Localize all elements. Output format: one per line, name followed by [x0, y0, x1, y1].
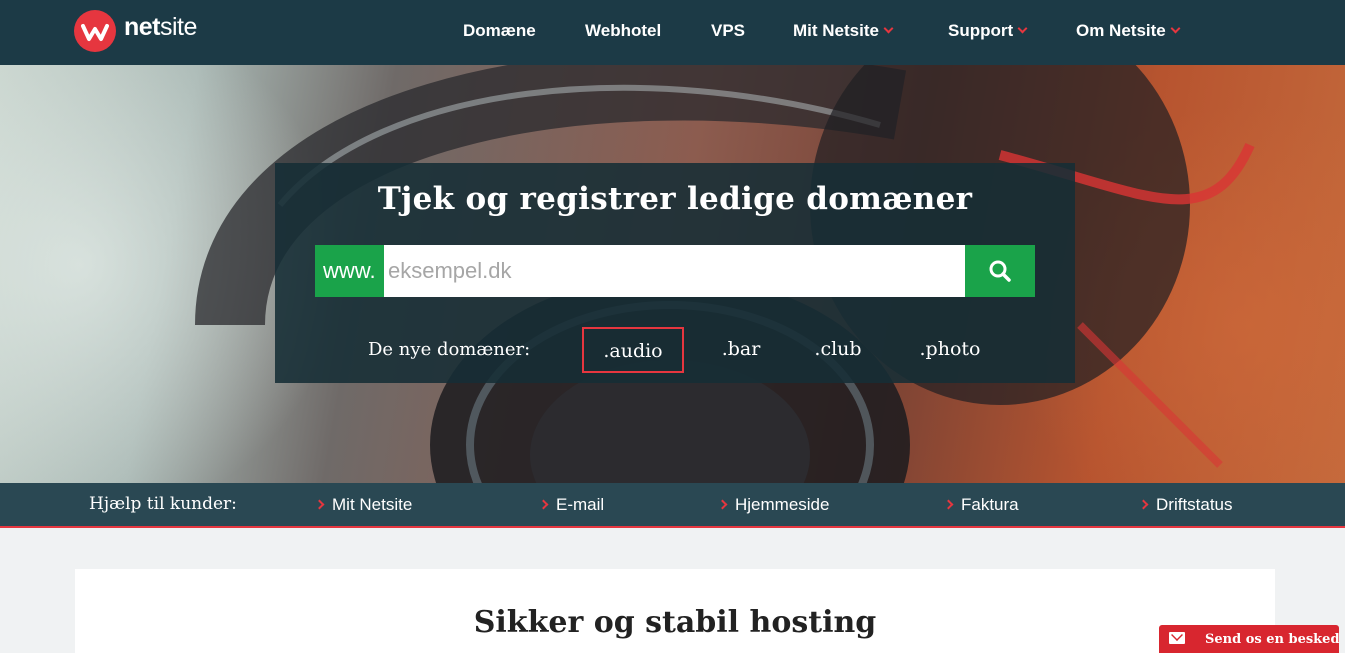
help-link-faktura[interactable]: Faktura [943, 495, 1019, 515]
logo-text: netsite [124, 12, 197, 41]
chevron-down-icon [1017, 23, 1028, 34]
nav-item-vps[interactable]: VPS [711, 21, 745, 41]
domain-search-panel: Tjek og registrer ledige domæner www. De… [275, 163, 1075, 383]
nav-item-om-netsite[interactable]: Om Netsite [1076, 21, 1181, 41]
search-icon [989, 260, 1011, 282]
domain-search-input[interactable] [384, 245, 965, 297]
hosting-section: Sikker og stabil hosting [75, 569, 1275, 653]
hosting-section-title: Sikker og stabil hosting [473, 605, 877, 640]
netsite-logo[interactable]: netsite [74, 10, 197, 52]
nav-item-webhotel[interactable]: Webhotel [585, 21, 661, 41]
chevron-right-icon [1138, 499, 1149, 510]
tld-club[interactable]: .club [805, 327, 871, 373]
chevron-down-icon [883, 23, 894, 34]
nav-item-domaene[interactable]: Domæne [463, 21, 536, 41]
hero-banner: Tjek og registrer ledige domæner www. De… [0, 65, 1345, 483]
www-prefix: www. [315, 245, 384, 297]
tld-bar[interactable]: .bar [709, 327, 773, 373]
chevron-right-icon [314, 499, 325, 510]
send-message-label: Send os en besked [1205, 632, 1340, 647]
help-link-mit-netsite[interactable]: Mit Netsite [314, 495, 412, 515]
send-message-button[interactable]: Send os en besked [1159, 625, 1340, 653]
help-link-email[interactable]: E-mail [538, 495, 604, 515]
new-domains-label: De nye domæner: [368, 339, 531, 360]
site-header: netsite Domæne Webhotel VPS Mit Netsite … [0, 0, 1345, 65]
envelope-icon [1169, 632, 1185, 644]
domain-search-title: Tjek og registrer ledige domæner [377, 181, 973, 217]
customer-help-bar: Hjælp til kunder: Mit Netsite E-mail Hje… [0, 483, 1345, 528]
tld-audio[interactable]: .audio [582, 327, 684, 373]
help-link-hjemmeside[interactable]: Hjemmeside [717, 495, 829, 515]
tld-photo[interactable]: .photo [907, 327, 993, 373]
chevron-right-icon [538, 499, 549, 510]
nav-item-mit-netsite[interactable]: Mit Netsite [793, 21, 894, 41]
help-label: Hjælp til kunder: [89, 494, 237, 514]
chevron-right-icon [717, 499, 728, 510]
nav-item-support[interactable]: Support [948, 21, 1028, 41]
chevron-right-icon [943, 499, 954, 510]
help-link-driftstatus[interactable]: Driftstatus [1138, 495, 1233, 515]
chevron-down-icon [1170, 23, 1181, 34]
logo-mark-icon [74, 10, 116, 52]
domain-search-button[interactable] [965, 245, 1035, 297]
